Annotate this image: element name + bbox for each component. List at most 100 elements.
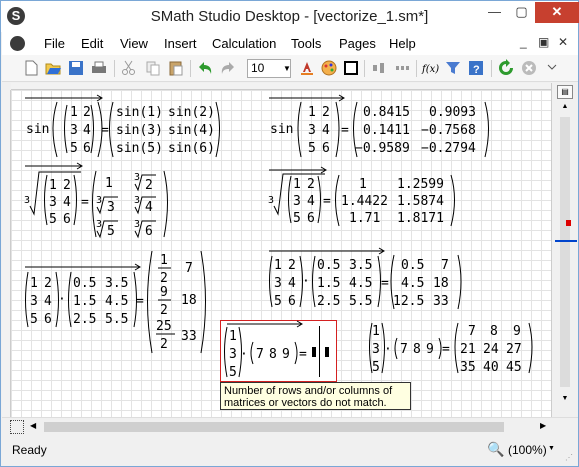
toolbar-separator [114, 60, 115, 77]
svg-text:45: 45 [506, 360, 522, 375]
svg-text:2: 2 [145, 178, 153, 193]
palette-icon[interactable] [320, 59, 338, 77]
page-break-marker [566, 220, 571, 226]
align-icon[interactable] [370, 59, 388, 77]
svg-text:1: 1 [308, 105, 316, 120]
doc-minimize-button[interactable]: _ [520, 35, 527, 49]
svg-text:0.5: 0.5 [401, 258, 424, 273]
close-button[interactable]: ✕ [535, 2, 579, 23]
expression-vectorized-outer-error[interactable]: 1 3 5 · 7 8 9 = [220, 320, 337, 382]
expression-cuberoot-symbolic[interactable]: 3 1 2 3 4 5 6 = 1 3 2 3 3 3 4 3 5 3 6 [24, 162, 168, 239]
toolbar-separator [491, 60, 492, 77]
svg-text:6: 6 [322, 141, 330, 156]
copy-icon[interactable] [144, 59, 162, 77]
menu-calculation[interactable]: Calculation [212, 36, 276, 51]
function-icon[interactable]: f(x) [421, 59, 441, 77]
menu-help[interactable]: Help [389, 36, 416, 51]
svg-text:1: 1 [70, 105, 78, 120]
chevron-down-icon[interactable]: ▼ [548, 445, 555, 452]
menu-insert[interactable]: Insert [164, 36, 197, 51]
chevron-down-icon[interactable]: ▼ [282, 59, 292, 78]
svg-text:sin(6): sin(6) [168, 141, 215, 156]
svg-text:3: 3 [30, 294, 38, 309]
open-folder-icon[interactable] [44, 59, 62, 77]
print-icon[interactable] [90, 59, 108, 77]
undo-icon[interactable] [196, 59, 214, 77]
doc-close-button[interactable]: ✕ [558, 35, 568, 49]
save-icon[interactable] [67, 59, 85, 77]
horizontal-ruler [11, 83, 551, 90]
svg-text:3.5: 3.5 [349, 258, 372, 273]
svg-text:1: 1 [160, 253, 168, 268]
svg-text:35: 35 [460, 360, 476, 375]
svg-text:1: 1 [359, 177, 367, 192]
svg-text:sin(2): sin(2) [168, 105, 215, 120]
vertical-ruler [2, 90, 11, 417]
svg-text:3: 3 [134, 195, 140, 206]
scroll-down-icon[interactable]: ▼ [552, 395, 578, 407]
expression-vectorized-outer-numeric[interactable]: 1 3 5 · 7 8 9 = 7 8 9 21 24 27 35 40 45 [369, 322, 533, 375]
expression-vectorized-product-numeric[interactable]: 1 2 3 4 5 6 · 0.5 3.5 1.5 4.5 2.5 5.5 = … [269, 247, 462, 310]
resize-grip-icon[interactable]: ⋰ [565, 453, 573, 462]
paste-icon[interactable] [167, 59, 185, 77]
zoom-level[interactable]: (100%) [508, 443, 547, 457]
function-name: sin [26, 122, 49, 137]
svg-text:1: 1 [105, 176, 113, 191]
new-document-icon[interactable] [22, 59, 40, 77]
border-icon[interactable] [342, 59, 360, 77]
svg-text:=: = [442, 342, 450, 357]
svg-text:3: 3 [49, 195, 57, 210]
svg-text:3: 3 [293, 194, 301, 209]
svg-text:=: = [323, 194, 331, 209]
redo-icon[interactable] [219, 59, 237, 77]
text-color-icon[interactable] [298, 59, 316, 77]
horizontal-scrollbar[interactable]: ◀ ▶ [2, 417, 578, 435]
expression-sin-symbolic[interactable]: sin 1 2 3 4 5 6 = sin(1) sin(2) sin(3) s… [25, 94, 220, 158]
svg-text:3: 3 [134, 219, 140, 230]
menu-pages[interactable]: Pages [339, 36, 376, 51]
expression-vectorized-product-symbolic[interactable]: 1 2 3 4 5 6 · 0.5 3.5 1.5 4.5 2.5 5.5 = … [25, 250, 206, 354]
page-view-icon[interactable]: ▤ [557, 85, 573, 99]
menu-view[interactable]: View [120, 36, 148, 51]
worksheet[interactable]: sin 1 2 3 4 5 6 = sin(1) sin(2) sin(3) s… [11, 90, 551, 417]
svg-text:4: 4 [63, 195, 71, 210]
svg-text:3: 3 [274, 276, 282, 291]
svg-text:=: = [136, 294, 144, 309]
svg-text:2: 2 [160, 337, 168, 352]
svg-text:3: 3 [134, 172, 140, 183]
application-window: S SMath Studio Desktop - [vectorize_1.sm… [0, 0, 579, 467]
filter-icon[interactable] [444, 59, 462, 77]
menu-tools[interactable]: Tools [291, 36, 321, 51]
maximize-button[interactable]: ▢ [508, 2, 535, 23]
expression-cuberoot-numeric[interactable]: 3 1 2 3 4 5 6 = 1 1.2599 1.4422 1.5874 1… [268, 166, 455, 227]
scroll-left-icon[interactable]: ◀ [30, 421, 36, 430]
vertical-scroll-thumb[interactable] [560, 117, 570, 387]
menu-edit[interactable]: Edit [81, 36, 103, 51]
vertical-scrollbar[interactable]: ▤ ▲ ▼ [551, 83, 578, 417]
toolbar-overflow-icon[interactable] [545, 59, 559, 77]
zoom-magnifier-icon[interactable]: 🔍 [487, 441, 504, 458]
cut-icon[interactable] [120, 59, 138, 77]
expression-sin-numeric[interactable]: sin 1 2 3 4 5 6 = 0.8415 0.9093 0.1411 −… [269, 94, 489, 158]
svg-text:6: 6 [288, 294, 296, 309]
horizontal-scroll-thumb[interactable] [44, 422, 504, 432]
svg-text:0.8415: 0.8415 [363, 105, 410, 120]
svg-text:2: 2 [63, 178, 71, 193]
recalculate-icon[interactable] [497, 59, 515, 77]
distribute-icon[interactable] [394, 59, 412, 77]
grid-toggle-icon[interactable] [10, 420, 24, 434]
svg-text:·: · [240, 347, 248, 362]
scroll-up-icon[interactable]: ▲ [552, 103, 578, 115]
menu-file[interactable]: File [44, 36, 65, 51]
scroll-right-icon[interactable]: ▶ [540, 421, 546, 430]
svg-text:8: 8 [413, 342, 421, 357]
svg-text:2: 2 [83, 105, 91, 120]
document-icon[interactable] [10, 36, 25, 51]
svg-text:4.5: 4.5 [349, 276, 372, 291]
svg-text:7: 7 [400, 342, 408, 357]
doc-restore-button[interactable]: ▣ [538, 35, 549, 49]
stop-icon[interactable] [520, 59, 538, 77]
toolbar: 10 ▼ f(x) ? [2, 55, 578, 82]
help-icon[interactable]: ? [467, 59, 485, 77]
minimize-button[interactable]: — [481, 2, 508, 23]
